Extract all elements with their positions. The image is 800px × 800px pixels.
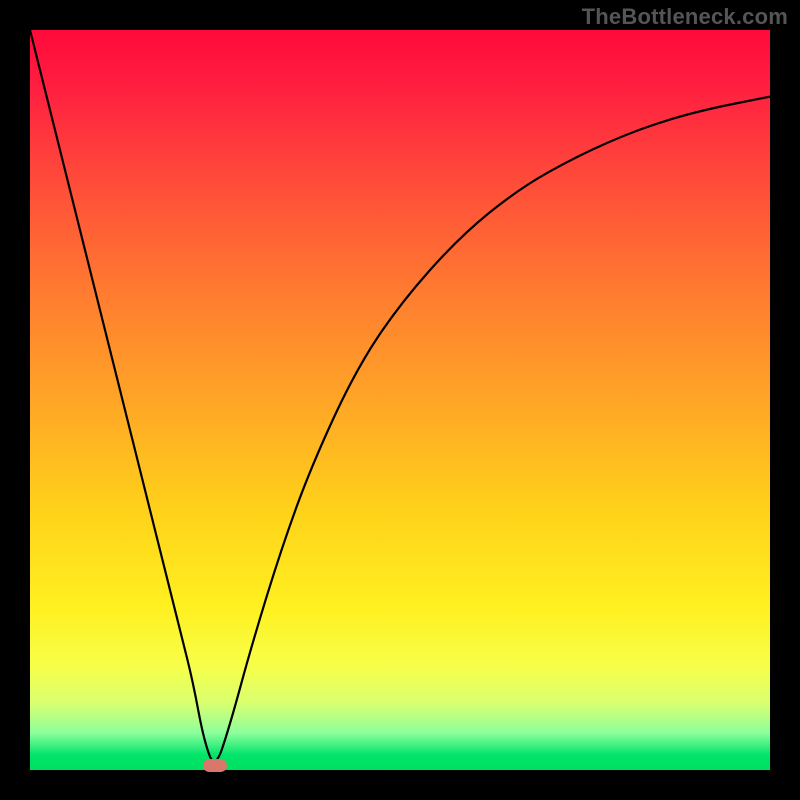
- optimal-marker: [203, 759, 227, 772]
- watermark-text: TheBottleneck.com: [582, 4, 788, 30]
- plot-area: [30, 30, 770, 770]
- bottleneck-curve: [30, 30, 770, 770]
- chart-frame: TheBottleneck.com: [0, 0, 800, 800]
